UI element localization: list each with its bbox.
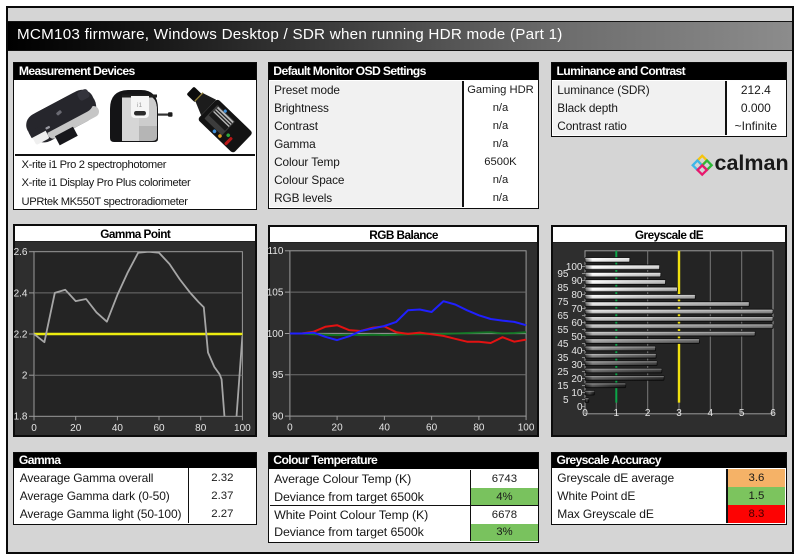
svg-text:75: 75 bbox=[557, 297, 569, 308]
svg-text:60: 60 bbox=[571, 318, 583, 329]
svg-text:calman: calman bbox=[715, 151, 789, 175]
svg-text:2.4: 2.4 bbox=[14, 288, 28, 299]
svg-text:65: 65 bbox=[557, 311, 569, 322]
svg-text:30: 30 bbox=[571, 360, 583, 371]
svg-text:40: 40 bbox=[571, 346, 583, 357]
svg-text:15: 15 bbox=[557, 381, 569, 392]
svg-text:80: 80 bbox=[473, 422, 485, 433]
svg-text:2: 2 bbox=[22, 371, 28, 382]
svg-text:95: 95 bbox=[557, 269, 569, 280]
svg-text:95: 95 bbox=[272, 370, 284, 381]
svg-text:40: 40 bbox=[379, 422, 391, 433]
svg-text:100: 100 bbox=[267, 329, 284, 340]
svg-text:3: 3 bbox=[676, 408, 682, 419]
svg-text:35: 35 bbox=[557, 353, 569, 364]
svg-text:20: 20 bbox=[71, 423, 83, 434]
svg-text:45: 45 bbox=[557, 339, 569, 350]
svg-text:1: 1 bbox=[614, 408, 620, 419]
svg-text:10: 10 bbox=[571, 388, 583, 399]
svg-text:90: 90 bbox=[571, 276, 583, 287]
svg-text:25: 25 bbox=[557, 367, 569, 378]
svg-text:4: 4 bbox=[708, 408, 714, 419]
svg-text:2.2: 2.2 bbox=[14, 329, 28, 340]
svg-text:1.8: 1.8 bbox=[14, 412, 28, 423]
svg-text:6: 6 bbox=[770, 408, 776, 419]
svg-text:0: 0 bbox=[582, 408, 588, 419]
svg-text:110: 110 bbox=[267, 246, 283, 257]
svg-text:85: 85 bbox=[557, 283, 569, 294]
svg-text:2: 2 bbox=[645, 408, 651, 419]
svg-text:105: 105 bbox=[267, 287, 284, 298]
svg-text:20: 20 bbox=[571, 374, 583, 385]
svg-text:i1: i1 bbox=[137, 102, 142, 109]
svg-text:70: 70 bbox=[571, 304, 583, 315]
svg-text:100: 100 bbox=[234, 423, 251, 434]
svg-text:5: 5 bbox=[739, 408, 745, 419]
svg-text:90: 90 bbox=[272, 411, 284, 422]
svg-text:100: 100 bbox=[518, 422, 535, 433]
svg-text:60: 60 bbox=[426, 422, 438, 433]
svg-text:50: 50 bbox=[571, 332, 583, 343]
svg-text:20: 20 bbox=[331, 422, 343, 433]
svg-text:60: 60 bbox=[154, 423, 166, 434]
svg-text:0: 0 bbox=[287, 422, 293, 433]
svg-text:80: 80 bbox=[571, 290, 583, 301]
svg-text:40: 40 bbox=[112, 423, 124, 434]
svg-text:5: 5 bbox=[563, 395, 569, 406]
svg-text:80: 80 bbox=[196, 423, 208, 434]
svg-text:55: 55 bbox=[557, 325, 569, 336]
svg-text:0: 0 bbox=[32, 423, 38, 434]
svg-text:2.6: 2.6 bbox=[14, 247, 28, 258]
